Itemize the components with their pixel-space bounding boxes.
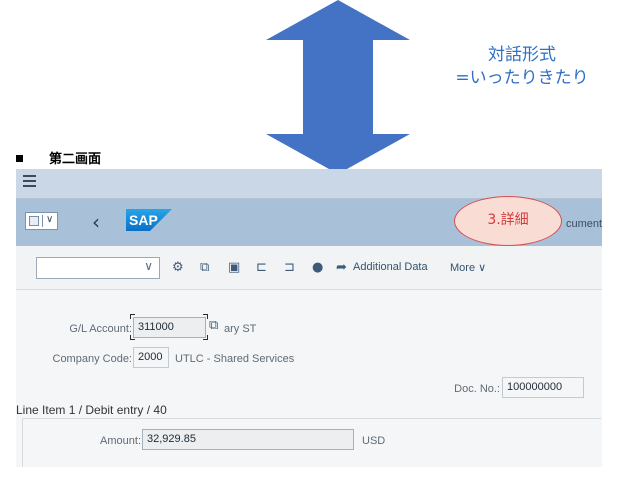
line-item-title: Line Item 1 / Debit entry / 40: [16, 403, 167, 417]
bullet-square-icon: [16, 155, 23, 162]
app-menu-icon: [29, 216, 39, 226]
amount-field[interactable]: 32,929.85: [142, 429, 354, 450]
gl-account-label: G/L Account:: [69, 323, 132, 335]
more-button[interactable]: More ∨: [450, 261, 486, 274]
sap-logo-text: SAP: [129, 212, 158, 228]
more-label: More: [450, 262, 476, 274]
caption-line-2: =いったりきたり: [455, 68, 589, 88]
next-icon[interactable]: ⊐: [284, 260, 295, 276]
focus-corner: [130, 335, 135, 340]
transaction-menu-button[interactable]: ∨: [25, 212, 58, 230]
value-help-icon[interactable]: ⧉: [209, 318, 218, 334]
focus-corner: [203, 314, 208, 319]
toolbar: ∨ ⚙ ⧉ ▣ ⊏ ⊐ ● ➦ Additional Data More ∨: [16, 247, 602, 290]
copy-icon[interactable]: ⧉: [200, 260, 209, 276]
interaction-caption: 対話形式 =いったりきたり: [432, 44, 612, 90]
double-arrow-icon: [266, 0, 410, 174]
company-code-label: Company Code:: [52, 353, 133, 365]
section-title-text: 第二画面: [49, 152, 102, 167]
display-icon[interactable]: ▣: [228, 260, 240, 276]
company-code-description: UTLC - Shared Services: [175, 353, 295, 365]
doc-no-label: Doc. No.:: [454, 383, 500, 395]
chevron-down-icon: ∨: [46, 214, 54, 225]
gl-account-description: ary ST: [224, 323, 257, 335]
previous-icon[interactable]: ⊏: [256, 260, 267, 276]
line-item-panel: Amount: 32,929.85 USD: [22, 418, 601, 467]
sap-logo: SAP: [126, 209, 172, 231]
currency-text: USD: [362, 435, 386, 447]
focus-corner: [130, 314, 135, 319]
menu-hamburger-icon[interactable]: [23, 175, 36, 188]
company-code-field[interactable]: 2000: [133, 347, 169, 368]
section-title: 第二画面: [16, 148, 101, 167]
header-document-text: cument: [566, 218, 602, 230]
attachment-icon[interactable]: ➦: [336, 260, 347, 276]
user-icon[interactable]: ●: [312, 260, 323, 276]
gl-account-field[interactable]: 311000: [133, 317, 206, 338]
shell-bar: [16, 169, 602, 199]
settings-icon[interactable]: ⚙: [172, 260, 184, 276]
caption-line-1: 対話形式: [488, 45, 556, 65]
doc-no-field[interactable]: 100000000: [502, 377, 584, 398]
amount-label: Amount:: [100, 435, 141, 447]
document-content: G/L Account: 311000 ⧉ ary ST Company Cod…: [16, 290, 602, 467]
focus-corner: [203, 335, 208, 340]
detail-callout: 3.詳細: [454, 196, 562, 246]
additional-data-button[interactable]: Additional Data: [353, 261, 428, 273]
back-button[interactable]: ‹: [92, 210, 100, 234]
divider: [42, 215, 43, 227]
layout-dropdown[interactable]: ∨: [36, 257, 160, 279]
chevron-down-icon: ∨: [144, 259, 153, 273]
